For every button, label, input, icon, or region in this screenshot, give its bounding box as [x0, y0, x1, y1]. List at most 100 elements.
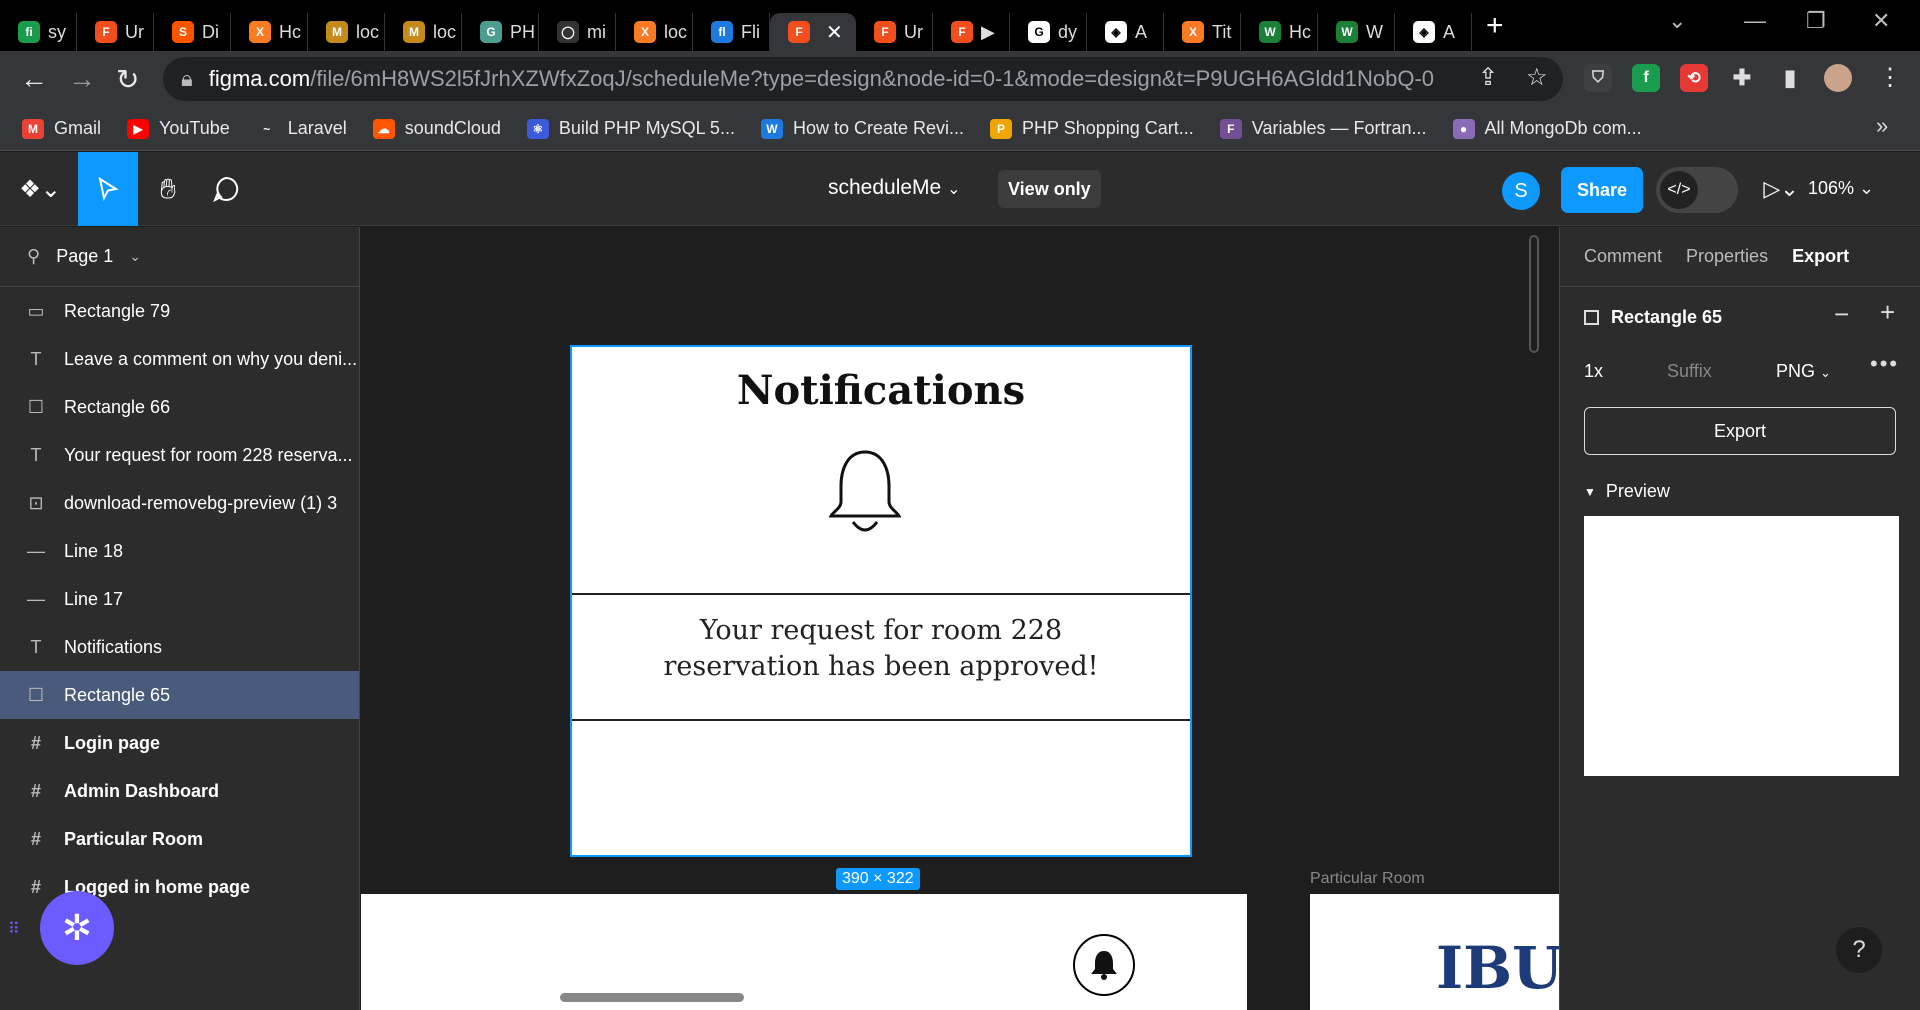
browser-tab[interactable]: Gdy	[1010, 13, 1087, 51]
hand-tool-icon[interactable]: ✋︎	[138, 152, 198, 226]
plugin-widget-button[interactable]: ✲	[40, 891, 114, 965]
page-selector[interactable]: ⚲ Page 1 ⌄	[0, 227, 359, 287]
layer-item[interactable]: — Line 18	[0, 527, 359, 575]
frame-label[interactable]: Particular Room	[1310, 870, 1425, 888]
browser-tab[interactable]: S Di	[154, 13, 231, 51]
particular-room-frame-preview[interactable]: IBU	[1310, 894, 1559, 1010]
close-tab-icon[interactable]: ✕	[826, 20, 843, 45]
preview-toggle[interactable]: ▼ Preview	[1584, 481, 1670, 502]
tab-favicon-icon: ◈	[1413, 21, 1435, 43]
figma-menu-icon[interactable]: ❖⌄	[18, 152, 62, 226]
tab-search-icon[interactable]: ⌄	[1668, 8, 1686, 34]
browser-tab[interactable]: F Ur	[77, 13, 154, 51]
dev-mode-toggle[interactable]: </>	[1656, 167, 1738, 213]
comment-tool-icon[interactable]	[196, 152, 256, 226]
red-extension-icon[interactable]: ⟲	[1680, 64, 1708, 92]
logged-in-frame-preview[interactable]	[361, 894, 1247, 1010]
browser-tab[interactable]: ◈ A	[1395, 13, 1472, 51]
layer-item[interactable]: # Admin Dashboard	[0, 767, 359, 815]
forward-icon[interactable]: →	[68, 63, 96, 95]
minimize-icon[interactable]: —	[1744, 8, 1766, 34]
green-extension-icon[interactable]: f	[1632, 64, 1660, 92]
zoom-level[interactable]: 106% ⌄	[1808, 178, 1874, 199]
bookmark-item[interactable]: M Gmail	[22, 118, 101, 139]
rectangle-icon	[1584, 310, 1599, 325]
bookmark-item[interactable]: ☁ soundCloud	[372, 118, 501, 139]
scale-select[interactable]: 1x	[1584, 361, 1603, 382]
bookmark-item[interactable]: W How to Create Revi...	[760, 118, 964, 139]
layer-item[interactable]: ☐ Rectangle 65	[0, 671, 359, 719]
browser-tab[interactable]: ◯ mi	[539, 13, 616, 51]
design-canvas[interactable]: Notifications Your request for room 228 …	[361, 227, 1559, 1010]
profile-avatar-icon[interactable]	[1824, 64, 1852, 92]
tab-properties[interactable]: Properties	[1686, 246, 1768, 267]
chrome-menu-icon[interactable]: ⋮	[1878, 63, 1902, 92]
bookmark-item[interactable]: ▶ YouTube	[127, 118, 230, 139]
browser-tab[interactable]: Xloc	[616, 13, 693, 51]
add-export-icon[interactable]: +	[1880, 297, 1895, 328]
layer-item[interactable]: — Line 17	[0, 575, 359, 623]
format-select[interactable]: PNG ⌄	[1776, 361, 1831, 382]
bookmark-item[interactable]: P PHP Shopping Cart...	[990, 118, 1194, 139]
bookmark-item[interactable]: ~ Laravel	[255, 118, 347, 139]
back-icon[interactable]: ←	[20, 63, 48, 95]
browser-tab[interactable]: Mloc	[308, 13, 385, 51]
browser-tab[interactable]: W Hc	[1241, 13, 1318, 51]
browser-tab[interactable]: F ▶	[933, 13, 1010, 51]
restore-icon[interactable]: ❐	[1806, 8, 1826, 34]
layer-item[interactable]: ⊡ download-removebg-preview (1) 3	[0, 479, 359, 527]
layer-item[interactable]: ☐ Rectangle 66	[0, 383, 359, 431]
layer-item[interactable]: # Particular Room	[0, 815, 359, 863]
reload-icon[interactable]: ↻	[116, 63, 139, 96]
suffix-input[interactable]: Suffix	[1667, 361, 1712, 382]
remove-export-icon[interactable]: −	[1834, 299, 1849, 330]
browser-tab[interactable]: fl Fli	[693, 13, 770, 51]
user-avatar[interactable]: S	[1502, 172, 1540, 210]
browser-tab[interactable]: ◈ A	[1087, 13, 1164, 51]
browser-tab[interactable]: Mloc	[385, 13, 462, 51]
browser-tab[interactable]: X Tit	[1164, 13, 1241, 51]
selection-header: Rectangle 65	[1584, 307, 1722, 328]
extensions-puzzle-icon[interactable]: ✚	[1728, 64, 1756, 92]
move-tool-icon[interactable]	[78, 152, 138, 226]
share-page-icon[interactable]: ⇪	[1478, 63, 1498, 92]
horizontal-scrollbar[interactable]	[560, 993, 744, 1002]
url-bar[interactable]: 🔒︎ figma.com/file/6mH8WS2l5fJrhXZWfxZoqJ…	[163, 57, 1563, 101]
vertical-scrollbar[interactable]	[1529, 235, 1539, 353]
layer-item[interactable]: T Notifications	[0, 623, 359, 671]
help-button[interactable]: ?	[1836, 927, 1882, 973]
layer-item[interactable]: T Leave a comment on why you deni...	[0, 335, 359, 383]
card-message: Your request for room 228 reservation ha…	[572, 613, 1190, 685]
new-tab-icon[interactable]: +	[1486, 9, 1504, 43]
browser-tab[interactable]: WW	[1318, 13, 1395, 51]
browser-tab[interactable]: fi sy	[0, 13, 77, 51]
present-icon[interactable]: ▷⌄	[1756, 152, 1806, 226]
layer-item[interactable]: ▭ Rectangle 79	[0, 287, 359, 335]
layers-panel: ⚲ Page 1 ⌄ ▭ Rectangle 79 T Leave a comment…	[0, 227, 360, 1010]
close-window-icon[interactable]: ✕	[1872, 8, 1890, 34]
browser-tab[interactable]: F Ur	[856, 13, 933, 51]
layer-label: download-removebg-preview (1) 3	[64, 492, 338, 513]
bookmark-item[interactable]: ● All MongoDb com...	[1452, 118, 1642, 139]
more-options-icon[interactable]: •••	[1870, 351, 1899, 377]
file-title[interactable]: scheduleMe ⌄	[828, 176, 960, 200]
export-button[interactable]: Export	[1584, 407, 1896, 455]
search-icon[interactable]: ⚲	[27, 246, 40, 267]
view-only-badge[interactable]: View only	[998, 170, 1101, 208]
side-panel-icon[interactable]: ▮	[1776, 64, 1804, 92]
layer-item[interactable]: T Your request for room 228 reserva...	[0, 431, 359, 479]
browser-tab[interactable]: G PH	[462, 13, 539, 51]
bookmark-item[interactable]: F Variables — Fortran...	[1219, 118, 1427, 139]
tab-comment[interactable]: Comment	[1584, 246, 1662, 267]
browser-tab[interactable]: X Hc	[231, 13, 308, 51]
browser-tab[interactable]: F ✕	[770, 13, 856, 51]
drag-handle-icon[interactable]: ⠿	[8, 919, 20, 939]
more-bookmarks-icon[interactable]: »	[1876, 113, 1888, 139]
share-button[interactable]: Share	[1561, 167, 1643, 213]
layer-item[interactable]: # Login page	[0, 719, 359, 767]
bookmark-star-icon[interactable]: ☆	[1526, 63, 1548, 92]
bookmark-item[interactable]: ⚛ Build PHP MySQL 5...	[526, 118, 735, 139]
notification-card[interactable]: Notifications Your request for room 228 …	[570, 345, 1192, 857]
shield-extension-icon[interactable]: ⛉	[1584, 64, 1612, 92]
tab-export[interactable]: Export	[1792, 246, 1849, 267]
